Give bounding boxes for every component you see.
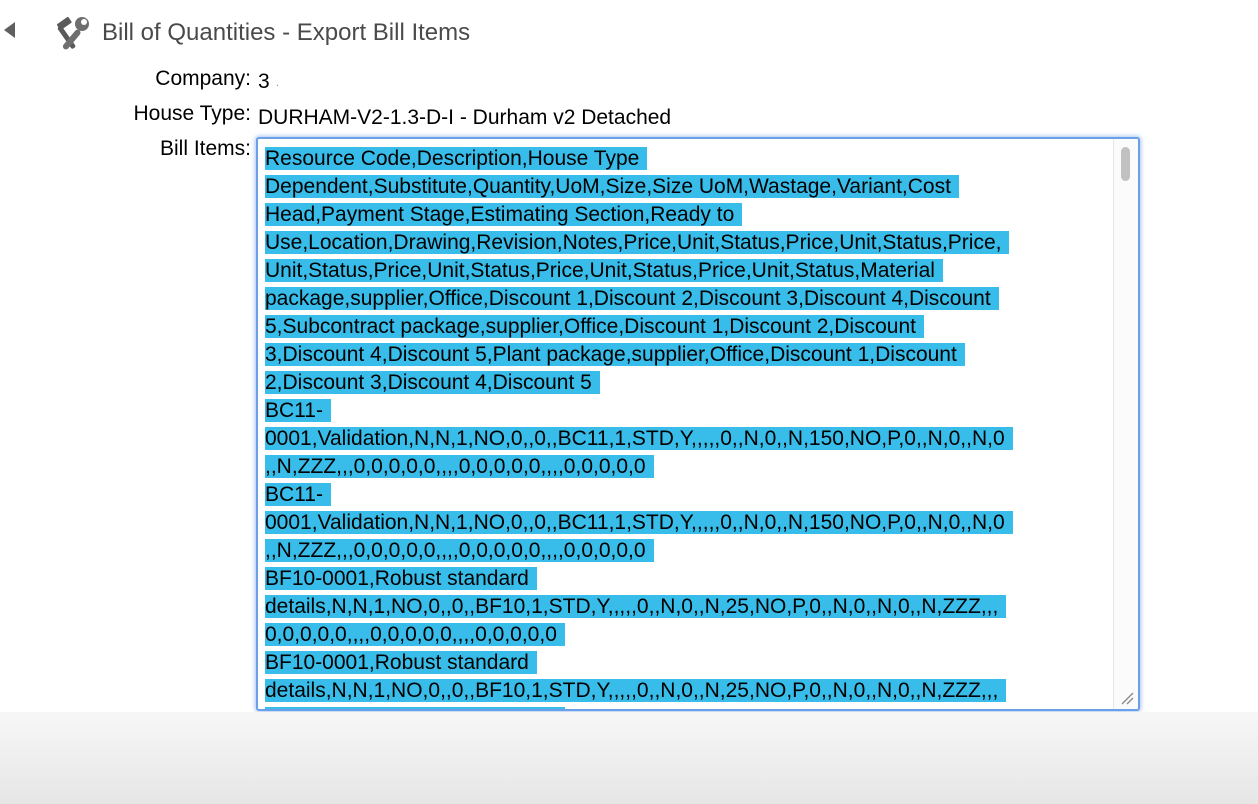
- bill-items-line: BF10-0001,Robust standard: [265, 565, 1115, 593]
- selected-text: 3,Discount 4,Discount 5,Plant package,su…: [265, 343, 965, 366]
- bill-items-line: 0001,Validation,N,N,1,NO,0,,0,,BC11,1,ST…: [265, 509, 1115, 537]
- selected-text: Use,Location,Drawing,Revision,Notes,Pric…: [265, 231, 1010, 254]
- bottom-bar: [0, 712, 1258, 804]
- bill-items-line: Resource Code,Description,House Type: [265, 145, 1115, 173]
- bill-items-label: Bill Items:: [159, 137, 251, 160]
- bill-items-line: details,N,N,1,NO,0,,0,,BF10,1,STD,Y,,,,,…: [265, 593, 1115, 621]
- selected-text: 5,Subcontract package,supplier,Office,Di…: [265, 315, 924, 338]
- selected-text: BF10-0001,Robust standard: [265, 651, 537, 674]
- textarea-scrollbar[interactable]: [1113, 139, 1138, 709]
- bill-items-text[interactable]: Resource Code,Description,House Type Depe…: [265, 145, 1115, 709]
- selected-text: Resource Code,Description,House Type: [265, 147, 648, 170]
- selected-text: BF10-0001,Robust standard: [265, 567, 537, 590]
- selected-text: BC11-: [265, 483, 331, 506]
- bill-items-line: 2,Discount 3,Discount 4,Discount 5: [265, 369, 1115, 397]
- bill-items-line: 0,0,0,0,0,,,,0,0,0,0,0,,,,0,0,0,0,0: [265, 705, 1115, 709]
- bill-items-line: BC11-: [265, 481, 1115, 509]
- selected-text: ,,N,ZZZ,,,0,0,0,0,0,,,,0,0,0,0,0,,,,0,0,…: [265, 539, 654, 562]
- bill-items-line: 0,0,0,0,0,,,,0,0,0,0,0,,,,0,0,0,0,0: [265, 621, 1115, 649]
- company-value-mark: .: [275, 75, 280, 90]
- selected-text: 0001,Validation,N,N,1,NO,0,,0,,BC11,1,ST…: [265, 511, 1013, 534]
- tools-icon: [56, 16, 89, 50]
- export-bill-items-page: Bill of Quantities - Export Bill Items C…: [0, 0, 1258, 804]
- bill-items-line: Use,Location,Drawing,Revision,Notes,Pric…: [265, 229, 1115, 257]
- selected-text: 0001,Validation,N,N,1,NO,0,,0,,BC11,1,ST…: [265, 427, 1013, 450]
- bill-items-line: ,,N,ZZZ,,,0,0,0,0,0,,,,0,0,0,0,0,,,,0,0,…: [265, 453, 1115, 481]
- bill-items-line: Dependent,Substitute,Quantity,UoM,Size,S…: [265, 173, 1115, 201]
- page-title: Bill of Quantities - Export Bill Items: [102, 19, 471, 46]
- selected-text: ,,N,ZZZ,,,0,0,0,0,0,,,,0,0,0,0,0,,,,0,0,…: [265, 455, 654, 478]
- bill-items-line: Head,Payment Stage,Estimating Section,Re…: [265, 201, 1115, 229]
- scrollbar-thumb[interactable]: [1121, 147, 1130, 181]
- selected-text: Head,Payment Stage,Estimating Section,Re…: [265, 203, 743, 226]
- selected-text: Dependent,Substitute,Quantity,UoM,Size,S…: [265, 175, 959, 198]
- resize-grip-icon[interactable]: [1120, 691, 1134, 705]
- bill-items-line: BC11-: [265, 397, 1115, 425]
- bill-items-line: BF10-0001,Robust standard: [265, 649, 1115, 677]
- bill-items-line: 5,Subcontract package,supplier,Office,Di…: [265, 313, 1115, 341]
- selected-text: Unit,Status,Price,Unit,Status,Price,Unit…: [265, 259, 943, 282]
- company-label: Company:: [155, 67, 251, 90]
- bill-items-line: Unit,Status,Price,Unit,Status,Price,Unit…: [265, 257, 1115, 285]
- back-triangle-icon[interactable]: [4, 22, 15, 38]
- selected-text: package,supplier,Office,Discount 1,Disco…: [265, 287, 999, 310]
- bill-items-line: package,supplier,Office,Discount 1,Disco…: [265, 285, 1115, 313]
- bill-items-line: ,,N,ZZZ,,,0,0,0,0,0,,,,0,0,0,0,0,,,,0,0,…: [265, 537, 1115, 565]
- house-type-value: DURHAM-V2-1.3-D-I - Durham v2 Detached: [258, 106, 672, 129]
- bill-items-textarea[interactable]: Resource Code,Description,House Type Depe…: [256, 137, 1140, 711]
- selected-text: 0,0,0,0,0,,,,0,0,0,0,0,,,,0,0,0,0,0: [265, 707, 565, 709]
- bill-items-line: 3,Discount 4,Discount 5,Plant package,su…: [265, 341, 1115, 369]
- house-type-label: House Type:: [133, 102, 251, 125]
- company-value: 3.: [258, 70, 279, 94]
- bill-items-line: details,N,N,1,NO,0,,0,,BF10,1,STD,Y,,,,,…: [265, 677, 1115, 705]
- selected-text: details,N,N,1,NO,0,,0,,BF10,1,STD,Y,,,,,…: [265, 679, 1007, 702]
- selected-text: details,N,N,1,NO,0,,0,,BF10,1,STD,Y,,,,,…: [265, 595, 1007, 618]
- selected-text: BC11-: [265, 399, 331, 422]
- selected-text: 2,Discount 3,Discount 4,Discount 5: [265, 371, 600, 394]
- selected-text: 0,0,0,0,0,,,,0,0,0,0,0,,,,0,0,0,0,0: [265, 623, 565, 646]
- bill-items-line: 0001,Validation,N,N,1,NO,0,,0,,BC11,1,ST…: [265, 425, 1115, 453]
- company-value-text: 3: [258, 70, 270, 93]
